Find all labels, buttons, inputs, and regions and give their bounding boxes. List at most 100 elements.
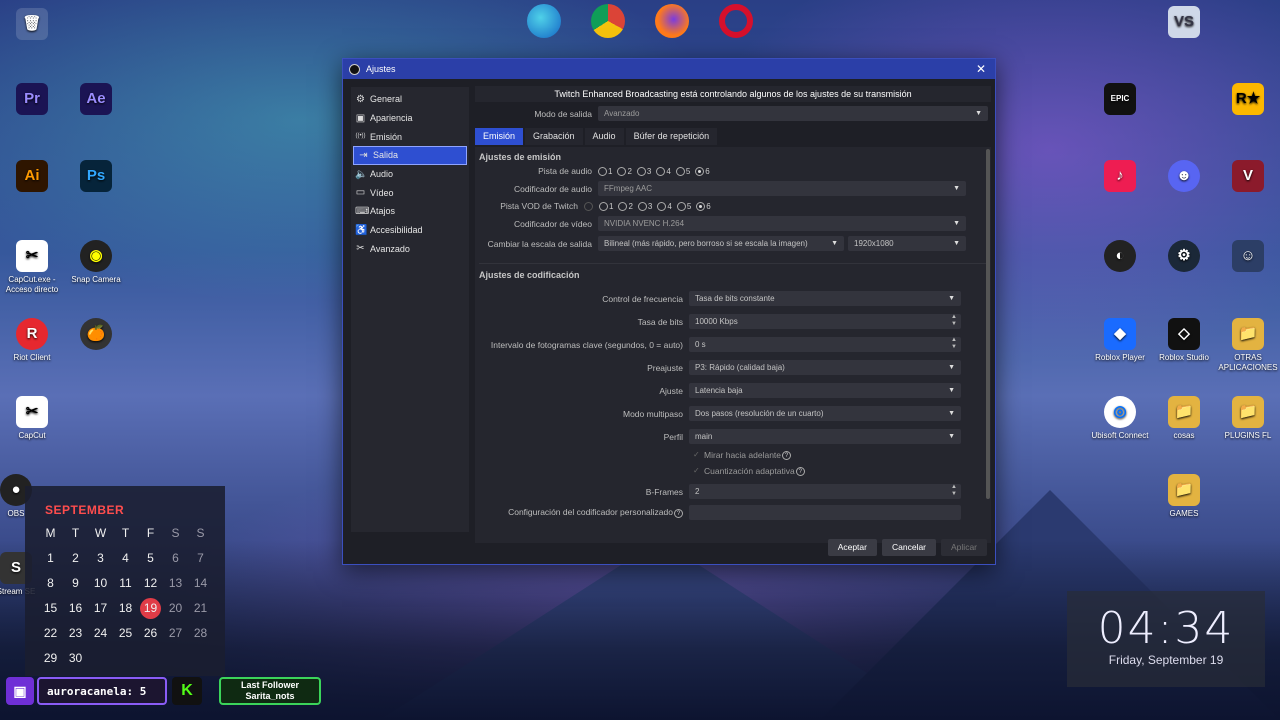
calendar-day[interactable]: 24 [88, 621, 113, 646]
vod-track-radio-2[interactable]: 2 [618, 201, 633, 211]
lookahead-checkbox[interactable]: ✓ Mirar hacia adelante? [693, 450, 991, 460]
calendar-day[interactable]: 17 [88, 596, 113, 621]
calendar-day[interactable]: 2 [63, 546, 88, 571]
vod-track-radio-5[interactable]: 5 [676, 201, 691, 211]
app-icon[interactable]: ☺ [1216, 240, 1280, 275]
tab-audio[interactable]: Audio [584, 128, 624, 145]
output-mode-select[interactable]: Avanzado ▼ [598, 106, 988, 121]
custom-encoder-input[interactable] [689, 505, 961, 520]
premiere-icon[interactable]: Pr [0, 83, 64, 118]
audio-track-radio-5[interactable]: 5 [675, 166, 690, 176]
scrollbar[interactable] [986, 149, 990, 499]
after-effects-icon[interactable]: Ae [64, 83, 128, 118]
sidebar-item-appearance[interactable]: ▣ Apariencia [351, 109, 469, 128]
calendar-day[interactable]: 13 [163, 571, 188, 596]
fl-studio-icon[interactable]: 🍊 [64, 318, 128, 353]
calendar-day[interactable]: 15 [38, 596, 63, 621]
calendar-day[interactable]: 11 [113, 571, 138, 596]
photoshop-icon[interactable]: Ps [64, 160, 128, 195]
calendar-day[interactable]: 12 [138, 571, 163, 596]
help-icon[interactable]: ? [795, 466, 805, 476]
discord-icon[interactable]: ☻ [1152, 160, 1216, 195]
calendar-day[interactable]: 22 [38, 621, 63, 646]
rockstar-icon[interactable]: R★ [1216, 83, 1280, 118]
vod-track-checkbox[interactable] [584, 201, 594, 211]
steam-icon[interactable]: ⚙ [1152, 240, 1216, 275]
calendar-day[interactable]: 10 [88, 571, 113, 596]
spin-arrows-icon[interactable]: ▲ ▼ [951, 484, 957, 498]
capcut-icon[interactable]: ✂ CapCut [0, 396, 64, 441]
vod-track-radio-6[interactable]: 6 [696, 201, 711, 211]
calendar-day[interactable]: 14 [188, 571, 213, 596]
sidebar-item-advanced[interactable]: ✂ Avanzado [351, 240, 469, 259]
vod-track-radio-3[interactable]: 3 [637, 201, 652, 211]
calendar-day[interactable]: 16 [63, 596, 88, 621]
roblox-studio-icon[interactable]: ◇ Roblox Studio [1152, 318, 1216, 363]
sidebar-item-accessibility[interactable]: ♿ Accesibilidad [351, 221, 469, 240]
valorant-icon[interactable]: V [1216, 160, 1280, 195]
rescale-filter-select[interactable]: Bilineal (más rápido, pero borroso si se… [598, 236, 844, 251]
audio-track-radio-2[interactable]: 2 [617, 166, 632, 176]
tiktok-icon[interactable]: ♪ [1088, 160, 1152, 195]
calendar-day[interactable]: 21 [188, 596, 213, 621]
davinci-icon[interactable]: ◐ [1088, 240, 1152, 275]
help-icon[interactable]: ? [782, 450, 792, 460]
illustrator-icon[interactable]: Ai [0, 160, 64, 195]
rate-control-select[interactable]: Tasa de bits constante ▼ [689, 291, 961, 306]
folder-icon[interactable]: 📁 PLUGINS FL [1216, 396, 1280, 441]
chrome-icon[interactable] [591, 4, 625, 38]
snap-camera-icon[interactable]: ◉ Snap Camera [64, 240, 128, 285]
calendar-day[interactable]: 6 [163, 546, 188, 571]
opera-icon[interactable] [719, 4, 753, 38]
roblox-player-icon[interactable]: ◆ Roblox Player [1088, 318, 1152, 363]
tab-recording[interactable]: Grabación [525, 128, 583, 145]
multipass-select[interactable]: Dos pasos (resolución de un cuarto) ▼ [689, 406, 961, 421]
recycle-bin-icon[interactable]: 🗑 [0, 8, 64, 43]
folder-icon[interactable]: 📁 GAMES [1152, 474, 1216, 519]
capcut-shortcut-icon[interactable]: ✂ CapCut.exe - Acceso directo [0, 240, 64, 295]
adaptive-quantization-checkbox[interactable]: ✓ Cuantización adaptativa? [693, 466, 991, 476]
calendar-day-today[interactable]: 19 [138, 596, 163, 621]
close-icon[interactable]: ✕ [973, 62, 989, 76]
folder-icon[interactable]: 📁 cosas [1152, 396, 1216, 441]
epic-games-icon[interactable]: EPIC [1088, 83, 1152, 118]
calendar-day[interactable]: 23 [63, 621, 88, 646]
spin-arrows-icon[interactable]: ▲ ▼ [951, 314, 957, 328]
vod-track-radio-4[interactable]: 4 [657, 201, 672, 211]
accept-button[interactable]: Aceptar [827, 539, 877, 556]
sidebar-item-audio[interactable]: 🔈 Audio [351, 165, 469, 184]
folder-icon[interactable]: 📁 OTRAS APLICACIONES [1216, 318, 1280, 373]
edge-icon[interactable] [527, 4, 561, 38]
tab-stream[interactable]: Emisión [475, 128, 524, 145]
cancel-button[interactable]: Cancelar [881, 539, 937, 556]
video-encoder-select[interactable]: NVIDIA NVENC H.264 ▼ [598, 216, 966, 231]
calendar-day[interactable]: 9 [63, 571, 88, 596]
audio-track-radio-1[interactable]: 1 [598, 166, 612, 176]
audio-track-radio-3[interactable]: 3 [636, 166, 651, 176]
calendar-day[interactable]: 20 [163, 596, 188, 621]
audio-encoder-select[interactable]: FFmpeg AAC ▼ [598, 181, 966, 196]
sidebar-item-stream[interactable]: ((•)) Emisión [351, 127, 469, 146]
calendar-day[interactable]: 30 [63, 646, 88, 671]
riot-client-icon[interactable]: R Riot Client [0, 318, 64, 363]
calendar-day[interactable]: 26 [138, 621, 163, 646]
vs-icon[interactable]: VS [1152, 6, 1216, 41]
bframes-spinbox[interactable]: 2 ▲ ▼ [689, 484, 961, 499]
ubisoft-icon[interactable]: ◎ Ubisoft Connect [1088, 396, 1152, 441]
calendar-day[interactable]: 25 [113, 621, 138, 646]
calendar-day[interactable]: 8 [38, 571, 63, 596]
firefox-icon[interactable] [655, 4, 689, 38]
calendar-day[interactable]: 29 [38, 646, 63, 671]
spin-arrows-icon[interactable]: ▲ ▼ [951, 337, 957, 351]
calendar-day[interactable]: 5 [138, 546, 163, 571]
sidebar-item-output[interactable]: ⇥ Salida [353, 146, 467, 165]
tab-replay-buffer[interactable]: Búfer de repetición [625, 128, 718, 145]
apply-button[interactable]: Aplicar [941, 539, 987, 556]
preset-select[interactable]: P3: Rápido (calidad baja) ▼ [689, 360, 961, 375]
calendar-day[interactable]: 1 [38, 546, 63, 571]
calendar-day[interactable]: 28 [188, 621, 213, 646]
calendar-day[interactable]: 27 [163, 621, 188, 646]
help-icon[interactable]: ? [674, 509, 683, 518]
profile-select[interactable]: main ▼ [689, 429, 961, 444]
sidebar-item-hotkeys[interactable]: ⌨ Atajos [351, 202, 469, 221]
